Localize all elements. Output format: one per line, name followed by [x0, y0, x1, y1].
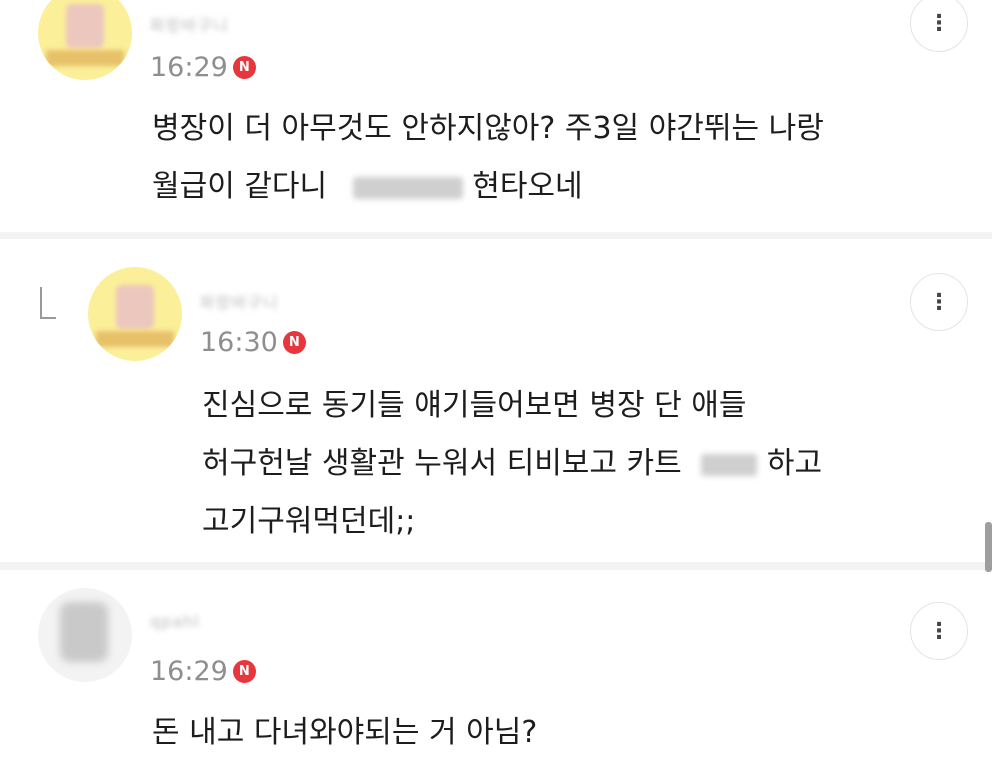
- comment-timestamp: 16:29 N: [150, 52, 256, 83]
- comment-author[interactable]: qpahl: [150, 612, 200, 631]
- comment-line: 월급이 같다니 현타오네: [152, 169, 583, 204]
- comment-author[interactable]: 파랑바구니: [200, 289, 279, 312]
- comment-body: 병장이 더 아무것도 안하지않아? 주3일 야간뛰는 나랑 월급이 같다니 현타…: [152, 100, 824, 216]
- more-options-button[interactable]: ⋮: [910, 0, 968, 52]
- comment-time: 16:29: [150, 656, 228, 687]
- kebab-icon: ⋮: [928, 289, 950, 315]
- comment-line: 고기구워먹던데;;: [202, 504, 416, 539]
- avatar[interactable]: [88, 267, 182, 361]
- comment-reply-item: 파랑바구니 16:30 N 진심으로 동기들 얘기들어보면 병장 단 애들 허구…: [0, 239, 992, 562]
- more-options-button[interactable]: ⋮: [910, 602, 968, 660]
- kebab-icon: ⋮: [928, 618, 950, 644]
- avatar[interactable]: [38, 588, 132, 682]
- censored-text: [352, 176, 463, 199]
- comment-time: 16:30: [200, 327, 278, 358]
- censored-text: [701, 453, 758, 476]
- comment-line: 돈 내고 다녀와야되는 거 아님?: [152, 715, 538, 750]
- comment-body: 진심으로 동기들 얘기들어보면 병장 단 애들 허구헌날 생활관 누워서 티비보…: [202, 377, 822, 551]
- kebab-icon: ⋮: [928, 10, 950, 36]
- new-badge: N: [282, 331, 306, 354]
- reply-arrow-icon: [40, 287, 56, 319]
- comment-line: 허구헌날 생활관 누워서 티비보고 카트 하고: [202, 446, 823, 481]
- comment-author[interactable]: 파랑바구니: [150, 12, 229, 35]
- new-badge: N: [232, 56, 256, 79]
- more-options-button[interactable]: ⋮: [910, 273, 968, 331]
- comment-item: 파랑바구니 16:29 N 병장이 더 아무것도 안하지않아? 주3일 야간뛰는…: [0, 0, 992, 232]
- scrollbar-thumb[interactable]: [985, 522, 992, 572]
- new-badge: N: [232, 660, 256, 683]
- comment-time: 16:29: [150, 52, 228, 83]
- comment-line: 병장이 더 아무것도 안하지않아? 주3일 야간뛰는 나랑: [152, 111, 824, 146]
- comment-timestamp: 16:30 N: [200, 327, 306, 358]
- comment-item: qpahl 16:29 N 돈 내고 다녀와야되는 거 아님? ⋮: [0, 570, 992, 764]
- comment-line: 진심으로 동기들 얘기들어보면 병장 단 애들: [202, 388, 747, 423]
- avatar[interactable]: [38, 0, 132, 80]
- comment-timestamp: 16:29 N: [150, 656, 256, 687]
- comment-body: 돈 내고 다녀와야되는 거 아님?: [152, 704, 537, 762]
